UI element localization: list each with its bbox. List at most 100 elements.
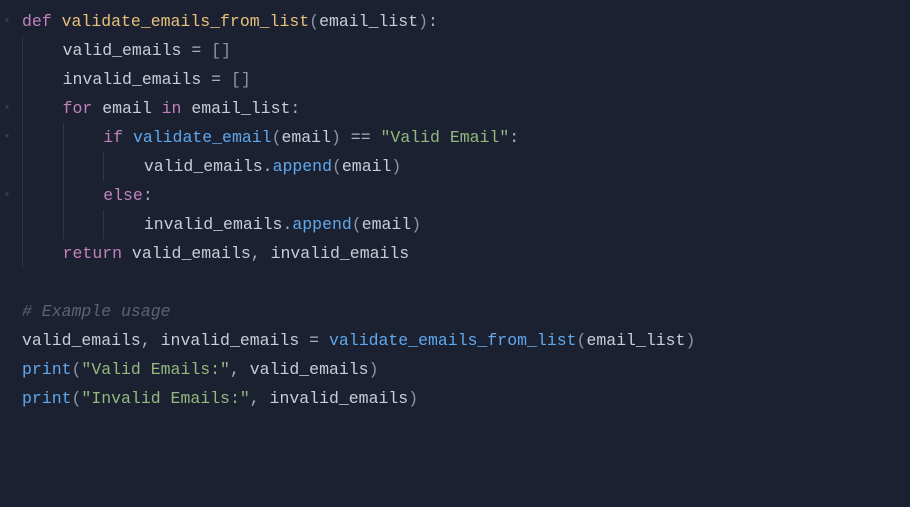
indent-guide xyxy=(22,239,63,268)
token-punc: ) xyxy=(408,389,418,408)
gutter-blank xyxy=(0,210,14,239)
token-call: validate_email xyxy=(133,128,272,147)
fold-toggle-icon[interactable]: ▾ xyxy=(0,181,14,210)
token-name: email_list xyxy=(586,331,685,350)
token-punc: ( xyxy=(72,360,82,379)
token-punc: ( xyxy=(309,12,319,31)
token-name: valid_emails xyxy=(63,41,192,60)
code-line[interactable]: invalid_emails = [] xyxy=(22,65,910,94)
indent-guide xyxy=(22,152,63,181)
gutter-blank xyxy=(0,239,14,268)
indent-guide xyxy=(22,36,63,65)
code-line[interactable]: valid_emails = [] xyxy=(22,36,910,65)
token-punc: ( xyxy=(332,157,342,176)
token-call: append xyxy=(273,157,332,176)
code-line[interactable]: print("Invalid Emails:", invalid_emails) xyxy=(22,384,910,413)
token-op: , xyxy=(250,389,260,408)
token-op: . xyxy=(263,157,273,176)
token-name xyxy=(371,128,381,147)
token-punc: ) xyxy=(411,215,421,234)
token-name xyxy=(319,331,329,350)
token-name: valid_emails xyxy=(122,244,251,263)
token-name xyxy=(201,41,211,60)
indent-guide xyxy=(22,210,63,239)
token-cmt: # Example usage xyxy=(22,302,171,321)
gutter-blank xyxy=(0,297,14,326)
code-line[interactable]: valid_emails.append(email) xyxy=(22,152,910,181)
token-punc: ) xyxy=(331,128,341,147)
token-name: email_list xyxy=(181,99,290,118)
token-param: email_list xyxy=(319,12,418,31)
code-line[interactable]: for email in email_list: xyxy=(22,94,910,123)
token-op: : xyxy=(509,128,519,147)
token-punc: ) xyxy=(369,360,379,379)
token-punc: ( xyxy=(577,331,587,350)
token-op: : xyxy=(290,99,300,118)
token-name xyxy=(221,70,231,89)
token-punc: ( xyxy=(352,215,362,234)
token-str: "Valid Email" xyxy=(381,128,510,147)
code-line[interactable]: else: xyxy=(22,181,910,210)
token-name: email xyxy=(92,99,161,118)
token-name: email xyxy=(342,157,392,176)
indent-guide xyxy=(22,123,63,152)
token-kw: for xyxy=(63,99,93,118)
token-name: email xyxy=(281,128,331,147)
token-op: == xyxy=(351,128,371,147)
token-kw: if xyxy=(103,128,123,147)
token-punc: ] xyxy=(241,70,251,89)
token-call: append xyxy=(292,215,351,234)
indent-guide xyxy=(22,65,63,94)
indent-guide xyxy=(63,181,104,210)
token-kw: def xyxy=(22,12,62,31)
token-op: = xyxy=(191,41,201,60)
token-punc: [ xyxy=(231,70,241,89)
token-name xyxy=(123,128,133,147)
code-line[interactable]: return valid_emails, invalid_emails xyxy=(22,239,910,268)
gutter-blank xyxy=(0,326,14,355)
fold-toggle-icon[interactable]: ▾ xyxy=(0,7,14,36)
token-op: , xyxy=(251,244,261,263)
token-name: invalid_emails xyxy=(151,331,309,350)
gutter-blank xyxy=(0,152,14,181)
token-name: invalid_emails xyxy=(144,215,283,234)
indent-guide xyxy=(63,152,104,181)
code-line[interactable] xyxy=(22,268,910,297)
token-name: invalid_emails xyxy=(63,70,212,89)
code-line[interactable]: valid_emails, invalid_emails = validate_… xyxy=(22,326,910,355)
token-str: "Valid Emails:" xyxy=(81,360,230,379)
gutter-blank xyxy=(0,268,14,297)
token-punc: ) xyxy=(685,331,695,350)
code-line[interactable]: print("Valid Emails:", valid_emails) xyxy=(22,355,910,384)
code-editor[interactable]: def validate_emails_from_list(email_list… xyxy=(0,7,910,413)
indent-guide xyxy=(103,210,144,239)
token-name: valid_emails xyxy=(22,331,141,350)
token-punc: ) xyxy=(391,157,401,176)
token-kw: else xyxy=(103,186,143,205)
indent-guide xyxy=(63,210,104,239)
gutter-blank xyxy=(0,65,14,94)
token-op: = xyxy=(309,331,319,350)
token-name: invalid_emails xyxy=(261,244,410,263)
fold-toggle-icon[interactable]: ▾ xyxy=(0,94,14,123)
code-line[interactable]: invalid_emails.append(email) xyxy=(22,210,910,239)
token-op: = xyxy=(211,70,221,89)
code-line[interactable]: # Example usage xyxy=(22,297,910,326)
code-line[interactable]: def validate_emails_from_list(email_list… xyxy=(22,7,910,36)
token-punc: ( xyxy=(72,389,82,408)
fold-toggle-icon[interactable]: ▾ xyxy=(0,123,14,152)
token-builtin: print xyxy=(22,389,72,408)
token-name: email xyxy=(362,215,412,234)
token-op: , xyxy=(141,331,151,350)
indent-guide xyxy=(63,123,104,152)
token-op: : xyxy=(428,12,438,31)
token-punc: [ xyxy=(211,41,221,60)
fold-gutter: ▾▾▾▾ xyxy=(0,7,14,413)
token-kw: in xyxy=(162,99,182,118)
token-op: : xyxy=(143,186,153,205)
token-name: valid_emails xyxy=(144,157,263,176)
token-kw: return xyxy=(63,244,122,263)
indent-guide xyxy=(22,181,63,210)
token-call: validate_emails_from_list xyxy=(329,331,577,350)
code-line[interactable]: if validate_email(email) == "Valid Email… xyxy=(22,123,910,152)
